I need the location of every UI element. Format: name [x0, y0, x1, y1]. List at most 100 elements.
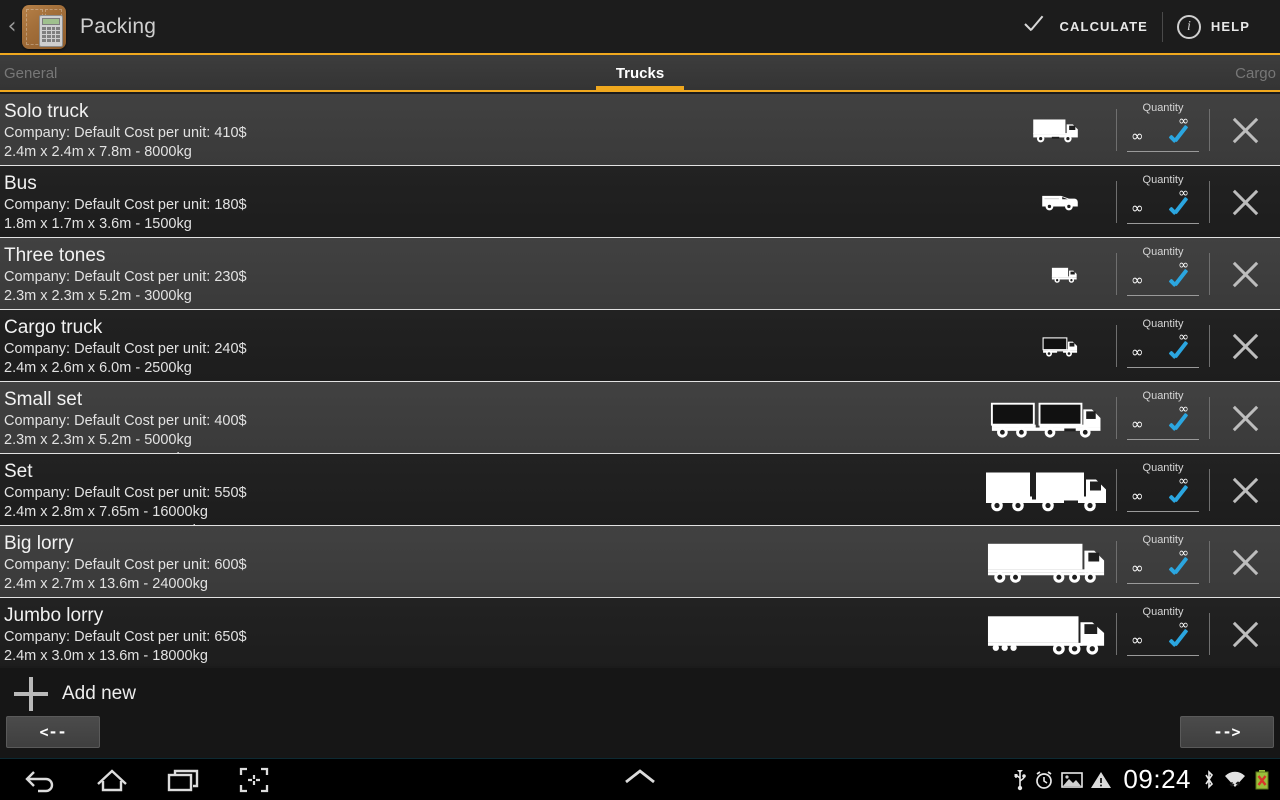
truck-row[interactable]: Three tones Company: Default Cost per uni…	[0, 238, 1280, 310]
truck-row[interactable]: Set Company: Default Cost per unit: 550$ 2…	[0, 454, 1280, 526]
delete-truck-button[interactable]	[1216, 464, 1274, 516]
truck-dimensions: 2.3m x 2.3m x 5.2m - 3000kg	[4, 288, 192, 304]
quantity-input[interactable]: ∞	[1127, 410, 1199, 440]
truck-company-cost: Company: Default Cost per unit: 600$	[4, 557, 247, 573]
control-divider	[1209, 324, 1210, 367]
truck-row[interactable]: Cargo truck Company: Default Cost per uni…	[0, 310, 1280, 382]
recents-icon[interactable]	[166, 766, 202, 794]
truck-info[interactable]: Big lorry Company: Default Cost per unit:…	[0, 526, 970, 597]
calculate-label: CALCULATE	[1059, 19, 1148, 34]
tab-cargo[interactable]: Cargo	[852, 65, 1280, 90]
control-divider	[1116, 612, 1117, 655]
quantity-control[interactable]: Quantity ∞ ∞	[1123, 316, 1203, 376]
infinite-checkbox[interactable]	[1169, 413, 1195, 435]
help-button[interactable]: i HELP	[1163, 5, 1264, 49]
truck-row[interactable]: Jumbo lorry Company: Default Cost per uni…	[0, 598, 1280, 666]
infinite-checkbox[interactable]	[1169, 341, 1195, 363]
truck-controls: Quantity ∞ ∞	[970, 454, 1280, 525]
long-lorry-icon	[970, 534, 1110, 590]
truck-name: Three tones	[4, 245, 106, 266]
quantity-control[interactable]: Quantity ∞ ∞	[1123, 604, 1203, 664]
quantity-value: ∞	[1131, 199, 1144, 217]
truck-name: Small set	[4, 389, 83, 410]
infinite-checkbox[interactable]	[1169, 557, 1195, 579]
quantity-label: Quantity	[1142, 173, 1184, 186]
quantity-input[interactable]: ∞	[1127, 554, 1199, 584]
quantity-input[interactable]: ∞	[1127, 626, 1199, 656]
quantity-control[interactable]: Quantity ∞ ∞	[1123, 460, 1203, 520]
quantity-control[interactable]: Quantity ∞ ∞	[1123, 244, 1203, 304]
tab-general[interactable]: General	[0, 65, 428, 90]
control-divider	[1116, 396, 1117, 439]
delete-truck-button[interactable]	[1216, 536, 1274, 588]
quantity-value: ∞	[1131, 343, 1144, 361]
warning-icon	[1090, 770, 1112, 790]
truck-dimensions: 2.4m x 2.4m x 7.8m - 8000kg	[4, 144, 192, 160]
truck-name: Set	[4, 461, 33, 482]
infinite-checkbox[interactable]	[1169, 125, 1195, 147]
quantity-value: ∞	[1131, 487, 1144, 505]
truck-name: Jumbo lorry	[4, 605, 104, 626]
wizard-nav: <-- -->	[0, 716, 1280, 758]
quantity-input[interactable]: ∞	[1127, 122, 1199, 152]
check-icon	[1024, 17, 1050, 37]
next-step-button[interactable]: -->	[1180, 716, 1274, 748]
add-new-button[interactable]: Add new	[0, 668, 1280, 720]
truck-info[interactable]: Set Company: Default Cost per unit: 550$ 2…	[0, 454, 970, 525]
control-divider	[1116, 468, 1117, 511]
quantity-value: ∞	[1131, 631, 1144, 649]
truck-row[interactable]: Small set Company: Default Cost per unit:…	[0, 382, 1280, 454]
screenshot-icon[interactable]	[238, 766, 270, 794]
quantity-label: Quantity	[1142, 461, 1184, 474]
quantity-control[interactable]: Quantity ∞ ∞	[1123, 532, 1203, 592]
calculate-button[interactable]: CALCULATE	[1010, 5, 1162, 49]
quantity-control[interactable]: Quantity ∞ ∞	[1123, 388, 1203, 448]
truck-info[interactable]: Three tones Company: Default Cost per uni…	[0, 238, 970, 309]
app-icon[interactable]	[22, 4, 66, 49]
plus-icon	[14, 677, 48, 711]
delete-truck-button[interactable]	[1216, 320, 1274, 372]
tab-trucks[interactable]: Trucks	[428, 65, 852, 90]
infinite-checkbox[interactable]	[1169, 629, 1195, 651]
home-icon[interactable]	[94, 766, 130, 794]
quantity-input[interactable]: ∞	[1127, 266, 1199, 296]
quantity-control[interactable]: Quantity ∞ ∞	[1123, 100, 1203, 160]
truck-row[interactable]: Solo truck Company: Default Cost per unit…	[0, 94, 1280, 166]
delete-truck-button[interactable]	[1216, 104, 1274, 156]
back-icon[interactable]	[24, 766, 58, 794]
truck-info[interactable]: Solo truck Company: Default Cost per unit…	[0, 94, 970, 165]
infinite-checkbox[interactable]	[1169, 197, 1195, 219]
truck-info[interactable]: Bus Company: Default Cost per unit: 180$ 1…	[0, 166, 970, 237]
quantity-control[interactable]: Quantity ∞ ∞	[1123, 172, 1203, 232]
quantity-input[interactable]: ∞	[1127, 194, 1199, 224]
truck-info[interactable]: Small set Company: Default Cost per unit:…	[0, 382, 970, 453]
action-bar: ‹ Packing CALCULATE i HELP	[0, 0, 1280, 55]
back-caret-icon[interactable]: ‹	[4, 15, 20, 38]
delete-truck-button[interactable]	[1216, 248, 1274, 300]
truck-controls: Quantity ∞ ∞	[970, 166, 1280, 237]
quantity-label: Quantity	[1142, 101, 1184, 114]
truck-company-cost: Company: Default Cost per unit: 410$	[4, 125, 247, 141]
truck-info[interactable]: Jumbo lorry Company: Default Cost per uni…	[0, 598, 970, 666]
quantity-value: ∞	[1131, 271, 1144, 289]
truck-controls: Quantity ∞ ∞	[970, 526, 1280, 597]
quantity-input[interactable]: ∞	[1127, 482, 1199, 512]
truck-row[interactable]: Bus Company: Default Cost per unit: 180$ 1…	[0, 166, 1280, 238]
truck-info[interactable]: Cargo truck Company: Default Cost per uni…	[0, 310, 970, 381]
truck-row[interactable]: Big lorry Company: Default Cost per unit:…	[0, 526, 1280, 598]
delete-truck-button[interactable]	[1216, 608, 1274, 660]
delete-truck-button[interactable]	[1216, 176, 1274, 228]
expand-up-icon[interactable]	[620, 765, 660, 794]
system-nav-buttons	[0, 766, 270, 794]
help-label: HELP	[1210, 19, 1250, 34]
truck-dimensions: 2.4m x 3.0m x 13.6m - 18000kg	[4, 648, 208, 664]
truck-name: Solo truck	[4, 101, 89, 122]
infinite-checkbox[interactable]	[1169, 485, 1195, 507]
truck-list[interactable]: Solo truck Company: Default Cost per unit…	[0, 94, 1280, 666]
quantity-input[interactable]: ∞	[1127, 338, 1199, 368]
infinite-checkbox[interactable]	[1169, 269, 1195, 291]
delete-truck-button[interactable]	[1216, 392, 1274, 444]
small-box-truck-icon	[970, 246, 1110, 302]
previous-step-button[interactable]: <--	[6, 716, 100, 748]
system-navigation-bar: 09:24	[0, 758, 1280, 800]
